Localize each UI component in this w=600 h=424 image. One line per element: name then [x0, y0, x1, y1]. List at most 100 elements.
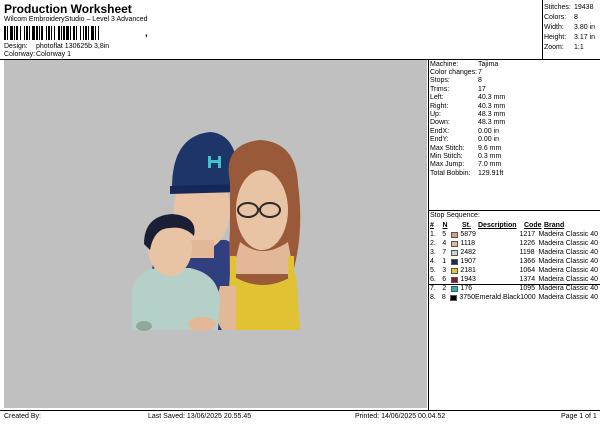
- sequence-stop: 3: [442, 267, 447, 274]
- machine-info-key: Up:: [430, 111, 441, 119]
- stat-zoom: Zoom: 1:1: [544, 43, 584, 51]
- sequence-code: 1000: [520, 294, 536, 301]
- machine-info-row: Total Bobbin: 129.91ft: [430, 169, 505, 177]
- sequence-index: 1.: [430, 231, 436, 238]
- machine-info-panel: Machine: Tajima Color changes: 7 Stops: 8 Trim…: [430, 60, 505, 177]
- machine-info-row: Left: 40.3 mm: [430, 94, 505, 102]
- machine-info-key: Right:: [430, 102, 449, 110]
- machine-info-value: 0.3 mm: [478, 152, 502, 160]
- machine-info-row: Max Jump: 7.0 mm: [430, 161, 505, 169]
- color-swatch: [450, 258, 460, 265]
- sequence-brand: Madeira Classic 40: [538, 258, 598, 265]
- sequence-stop: 8: [441, 294, 446, 301]
- stop-sequence-title: Stop Sequence:: [430, 212, 480, 219]
- machine-info-key: Down:: [430, 119, 450, 127]
- sequence-st: 176: [460, 285, 473, 292]
- color-swatch-chip: [450, 231, 458, 238]
- color-swatch-chip: [450, 285, 458, 292]
- machine-info-row: Trims: 17: [430, 85, 505, 93]
- color-swatch: [450, 294, 459, 301]
- sequence-st: 2181: [460, 267, 476, 274]
- sequence-code: 1366: [519, 258, 536, 265]
- machine-info-key: Color changes:: [430, 69, 478, 77]
- stop-sequence-row: 7. 2 176 1095 Madeira Classic 40: [430, 284, 598, 293]
- dress-strap-right: [288, 256, 294, 278]
- color-swatch: [450, 249, 460, 256]
- sequence-code: 1217: [519, 231, 536, 238]
- machine-info-key: Total Bobbin:: [430, 169, 471, 177]
- stop-sequence-row: 1. 5 5879 1217 Madeira Classic 40: [430, 230, 598, 239]
- colorway-label: Colorway:: [4, 51, 36, 58]
- sequence-index: 6.: [430, 276, 436, 283]
- machine-info-row: Min Stitch: 0.3 mm: [430, 152, 505, 160]
- page-number: Page 1 of 1: [561, 413, 597, 420]
- color-swatch-chip: [450, 258, 458, 265]
- machine-info-key: Stops:: [430, 77, 450, 85]
- man-neck: [190, 240, 214, 258]
- machine-info-row: Machine: Tajima: [430, 60, 505, 68]
- machine-info-key: Machine:: [430, 60, 459, 68]
- stop-sequence-row: 2. 4 1118 1226 Madeira Classic 40: [430, 239, 598, 248]
- stat-stitches: Stitches: 19438: [544, 3, 594, 11]
- stop-sequence-row: 3. 7 2482 1198 Madeira Classic 40: [430, 248, 598, 257]
- machine-info-row: Right: 40.3 mm: [430, 102, 505, 110]
- machine-info-value: 7: [478, 69, 482, 77]
- machine-info-value: 0.00 in: [478, 127, 500, 135]
- stop-sequence-row: 8. 8 3750 Emerald Black 1000 Madeira Classic …: [430, 293, 598, 302]
- sequence-index: 4.: [430, 258, 436, 265]
- color-swatch-chip: [450, 267, 458, 274]
- sequence-brand: Madeira Classic 40: [538, 276, 598, 283]
- sequence-index: 2.: [430, 240, 436, 247]
- machine-info-value: 7.0 mm: [478, 161, 502, 169]
- sequence-index: 7.: [430, 285, 436, 292]
- sequence-brand: Madeira Classic 40: [538, 294, 598, 301]
- sequence-code: 1374: [519, 276, 536, 283]
- color-swatch: [450, 240, 461, 247]
- sequence-code: 1198: [519, 249, 535, 256]
- color-swatch-chip: [450, 276, 458, 283]
- cap: [172, 132, 238, 188]
- sequence-stop: 2: [442, 285, 447, 292]
- sequence-stop: 1: [442, 258, 447, 265]
- worksheet-title: Production Worksheet: [4, 2, 132, 16]
- lower-hand: [136, 321, 152, 331]
- stat-width: Width: 3.80 in: [544, 23, 596, 31]
- machine-info-value: 129.91ft: [478, 169, 504, 177]
- stop-sequence-header: # N St. Description Code Brand: [430, 222, 565, 229]
- sequence-brand: Madeira Classic 40: [538, 285, 598, 292]
- machine-info-row: Up: 48.3 mm: [430, 110, 505, 118]
- sequence-brand: Madeira Classic 40: [538, 267, 598, 274]
- stop-sequence-row: 4. 1 1907 1366 Madeira Classic 40: [430, 257, 598, 266]
- machine-info-row: Max Stitch: 9.6 mm: [430, 144, 505, 152]
- software-subtitle: Wilcom EmbroideryStudio – Level 3 Advanc…: [4, 16, 148, 23]
- machine-info-row: Stops: 8: [430, 77, 505, 85]
- machine-info-value: 8: [478, 77, 482, 85]
- stop-sequence-panel: Stop Sequence: # N St. Description Code …: [430, 212, 598, 302]
- machine-info-row: Color changes: 7: [430, 68, 505, 76]
- barcode: [4, 26, 144, 40]
- sequence-stop: 5: [442, 231, 447, 238]
- machine-info-key: EndY:: [430, 136, 449, 144]
- sequence-code: 1226: [519, 240, 536, 247]
- design-preview: [4, 60, 427, 408]
- machine-info-row: EndY: 0.00 in: [430, 136, 505, 144]
- stop-sequence-row: 6. 6 1943 1374 Madeira Classic 40: [430, 275, 598, 284]
- sequence-description: Emerald Black: [474, 294, 521, 301]
- color-swatch-chip: [450, 294, 458, 301]
- sequence-stop: 7: [442, 249, 447, 256]
- sequence-st: 5879: [460, 231, 476, 238]
- dress-strap-left: [230, 256, 236, 278]
- machine-info-value: 9.6 mm: [478, 144, 502, 152]
- machine-info-key: EndX:: [430, 127, 450, 135]
- sequence-st: 2482: [460, 249, 476, 256]
- color-swatch: [450, 231, 460, 238]
- stats-panel: Stitches: 19438 Colors: 8 Width: 3.80 in He…: [544, 2, 600, 52]
- sequence-brand: Madeira Classic 40: [538, 231, 598, 238]
- machine-info-value: 0.00 in: [478, 136, 500, 144]
- sequence-stop: 4: [442, 240, 447, 247]
- footer-divider: [0, 410, 600, 411]
- color-swatch: [450, 276, 460, 283]
- sequence-stop: 6: [442, 276, 447, 283]
- color-swatch: [450, 267, 460, 274]
- colorway-name: Colorway 1: [36, 51, 72, 58]
